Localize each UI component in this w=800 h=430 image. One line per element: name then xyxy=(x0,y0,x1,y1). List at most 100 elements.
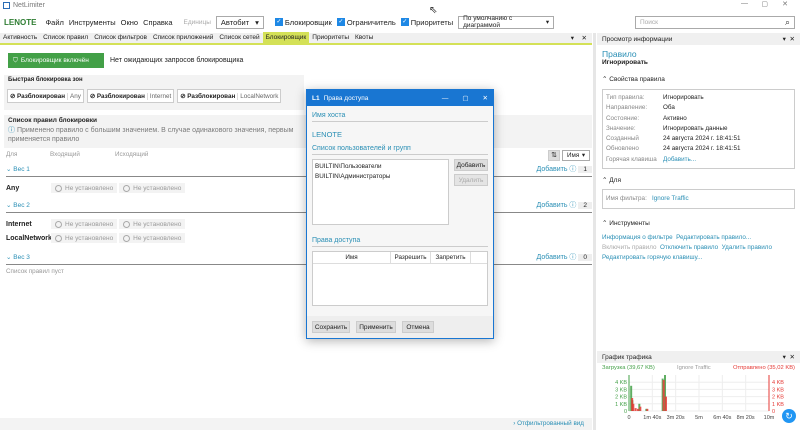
app-icon: L1 xyxy=(312,94,320,102)
users-label: Список пользователей и групп xyxy=(312,145,488,155)
group-count: 1 xyxy=(578,166,592,173)
incoming-radio[interactable]: Не установлено xyxy=(51,219,118,229)
dropdown-icon[interactable]: ▾ xyxy=(571,34,574,42)
table-row[interactable]: Internet Не установлено Не установлено xyxy=(6,218,592,230)
enable-rule-link[interactable]: Включить правило xyxy=(602,244,657,251)
row-name: Any xyxy=(6,184,20,192)
zone-internet-toggle[interactable]: ⊘ Разблокирован Internet xyxy=(86,89,175,103)
filter-link[interactable]: Ignore Traffic xyxy=(652,194,689,204)
dropdown-icon[interactable]: ▾ xyxy=(783,36,786,43)
list-item[interactable]: BUILTIN\Пользователи xyxy=(315,162,446,172)
refresh-icon[interactable]: ↻ xyxy=(782,409,796,423)
prop-row: Созданный 24 августа 2024 г. 18:41:51 xyxy=(606,134,791,144)
search-input[interactable]: Поиск ⌕ xyxy=(635,15,795,29)
maximize-button[interactable]: ▢ xyxy=(462,94,468,102)
menu-window[interactable]: Окно xyxy=(121,18,138,27)
y-right-tick-label: 2 KB xyxy=(772,395,784,401)
traffic-chart: 0 1m 40s 3m 20s 5m 6m 40s 8m 20s 10m0 01 KB 1 KB… xyxy=(615,375,784,421)
pending-status: Нет ожидающих запросов блокировщика xyxy=(110,57,244,64)
info-icon[interactable]: ⓘ xyxy=(569,254,576,261)
props-toggle[interactable]: ⌃ Свойства правила xyxy=(602,75,795,83)
outgoing-radio[interactable]: Не установлено xyxy=(119,183,186,193)
delete-rule-link[interactable]: Удалить правило xyxy=(722,244,772,251)
add-rule-link[interactable]: Добавить xyxy=(537,202,568,209)
save-button[interactable]: Сохранить xyxy=(312,321,350,333)
add-user-button[interactable]: Добавить xyxy=(454,159,488,171)
tools-toggle[interactable]: ⌃ Инструменты xyxy=(602,219,795,227)
close-icon[interactable]: ✕ xyxy=(790,354,795,361)
edit-hotkey-link[interactable]: Редактировать горячую клавишу... xyxy=(602,254,702,261)
cancel-button[interactable]: Отмена xyxy=(402,321,434,333)
access-rights-dialog: L1 Права доступа — ▢ ✕ Имя хоста LENOTE С… xyxy=(306,89,494,339)
tab-activity[interactable]: Активность xyxy=(0,32,40,44)
splitter[interactable] xyxy=(593,33,596,430)
tab-apps[interactable]: Список приложений xyxy=(150,32,216,44)
close-icon[interactable]: ✕ xyxy=(582,34,587,42)
rights-table: Имя Разрешить Запретить xyxy=(312,251,488,306)
close-button[interactable]: ✕ xyxy=(782,0,788,8)
maximize-button[interactable]: ▢ xyxy=(761,0,768,8)
add-rule-link[interactable]: Добавить xyxy=(537,254,568,261)
menu-help[interactable]: Справка xyxy=(143,18,172,27)
dropdown-icon[interactable]: ▾ xyxy=(783,354,786,361)
close-button[interactable]: ✕ xyxy=(483,94,488,102)
y-left-tick-label: 3 KB xyxy=(615,387,627,393)
add-rule-link[interactable]: Добавить xyxy=(537,166,568,173)
group-toggle[interactable]: ⌄ Вес 1 xyxy=(6,165,30,173)
radio-label: Не установлено xyxy=(133,220,182,228)
filtered-view-link[interactable]: › Отфильтрованный вид xyxy=(513,420,584,427)
blocker-checkbox[interactable]: ✓ Блокировщик xyxy=(274,18,332,27)
sort-select[interactable]: Имя ▾ xyxy=(562,150,590,161)
x-tick-label: 5m xyxy=(695,415,703,421)
chevron-down-icon: ▾ xyxy=(581,152,585,159)
tab-filters[interactable]: Список фильтров xyxy=(91,32,150,44)
sort-icon[interactable]: ⇅ xyxy=(548,150,560,161)
limiter-checkbox[interactable]: ✓ Ограничитель xyxy=(336,18,396,27)
group-label: Вес 2 xyxy=(13,202,30,209)
minimize-button[interactable]: — xyxy=(741,0,748,7)
view-select[interactable]: По умолчанию с диаграммой ▾ xyxy=(458,15,555,29)
zone-any-toggle[interactable]: ⊘ Разблокирован Any xyxy=(7,89,84,103)
remove-user-button[interactable]: Удалить xyxy=(454,174,488,186)
tab-rules[interactable]: Список правил xyxy=(40,32,91,44)
table-row[interactable]: LocalNetwork Не установлено Не установлен… xyxy=(6,232,592,244)
x-tick-label: 10m xyxy=(764,415,775,421)
group-count: 0 xyxy=(578,254,592,261)
menu-tools[interactable]: Инструменты xyxy=(69,18,116,27)
table-row[interactable]: Any Не установлено Не установлено xyxy=(6,182,592,194)
view-value: По умолчанию с диаграммой xyxy=(463,15,513,29)
tab-networks[interactable]: Список сетей xyxy=(216,32,262,44)
group-toggle[interactable]: ⌄ Вес 2 xyxy=(6,201,30,209)
prop-key: Направление: xyxy=(606,104,648,112)
tab-priorities[interactable]: Приоритеты xyxy=(309,32,352,44)
tab-quotas[interactable]: Квоты xyxy=(352,32,376,44)
blocker-enabled-button[interactable]: ⛉ Блокировщик включён xyxy=(8,53,104,68)
minimize-button[interactable]: — xyxy=(442,95,449,102)
units-select[interactable]: Автобит ▾ xyxy=(215,15,264,29)
y-right-tick-label: 1 KB xyxy=(772,402,784,408)
zone-localnetwork-toggle[interactable]: ⊘ Разблокирован LocalNetwork xyxy=(177,89,282,103)
info-icon[interactable]: ⓘ xyxy=(569,166,576,173)
prop-value: 24 августа 2024 г. 18:41:51 xyxy=(663,145,741,153)
outgoing-radio[interactable]: Не установлено xyxy=(119,233,186,243)
filter-info-link[interactable]: Информация о фильтре xyxy=(602,234,673,241)
list-item[interactable]: BUILTIN\Администраторы xyxy=(315,172,446,182)
outgoing-radio[interactable]: Не установлено xyxy=(119,219,186,229)
info-icon[interactable]: ⓘ xyxy=(569,202,576,209)
rules-title: Список правил блокировки xyxy=(8,117,98,124)
x-tick-label: 3m 20s xyxy=(667,415,685,421)
for-toggle[interactable]: ⌃ Для xyxy=(602,176,795,184)
priorities-checkbox[interactable]: ✓ Приоритеты xyxy=(400,18,453,27)
incoming-radio[interactable]: Не установлено xyxy=(51,183,118,193)
close-icon[interactable]: ✕ xyxy=(790,36,795,43)
users-list[interactable]: BUILTIN\Пользователи BUILTIN\Администрат… xyxy=(312,159,449,225)
menu-file[interactable]: Файл xyxy=(45,18,63,27)
disable-rule-link[interactable]: Отключить правило xyxy=(660,244,718,251)
collapse-icon: ⌃ xyxy=(602,177,608,185)
incoming-radio[interactable]: Не установлено xyxy=(51,233,118,243)
tab-blocker[interactable]: Блокировщик xyxy=(262,32,310,44)
add-hotkey-link[interactable]: Добавить... xyxy=(663,155,696,165)
group-toggle[interactable]: ⌄ Вес 3 xyxy=(6,253,30,261)
edit-rule-link[interactable]: Редактировать правило... xyxy=(676,234,751,241)
apply-button[interactable]: Применить xyxy=(356,321,396,333)
